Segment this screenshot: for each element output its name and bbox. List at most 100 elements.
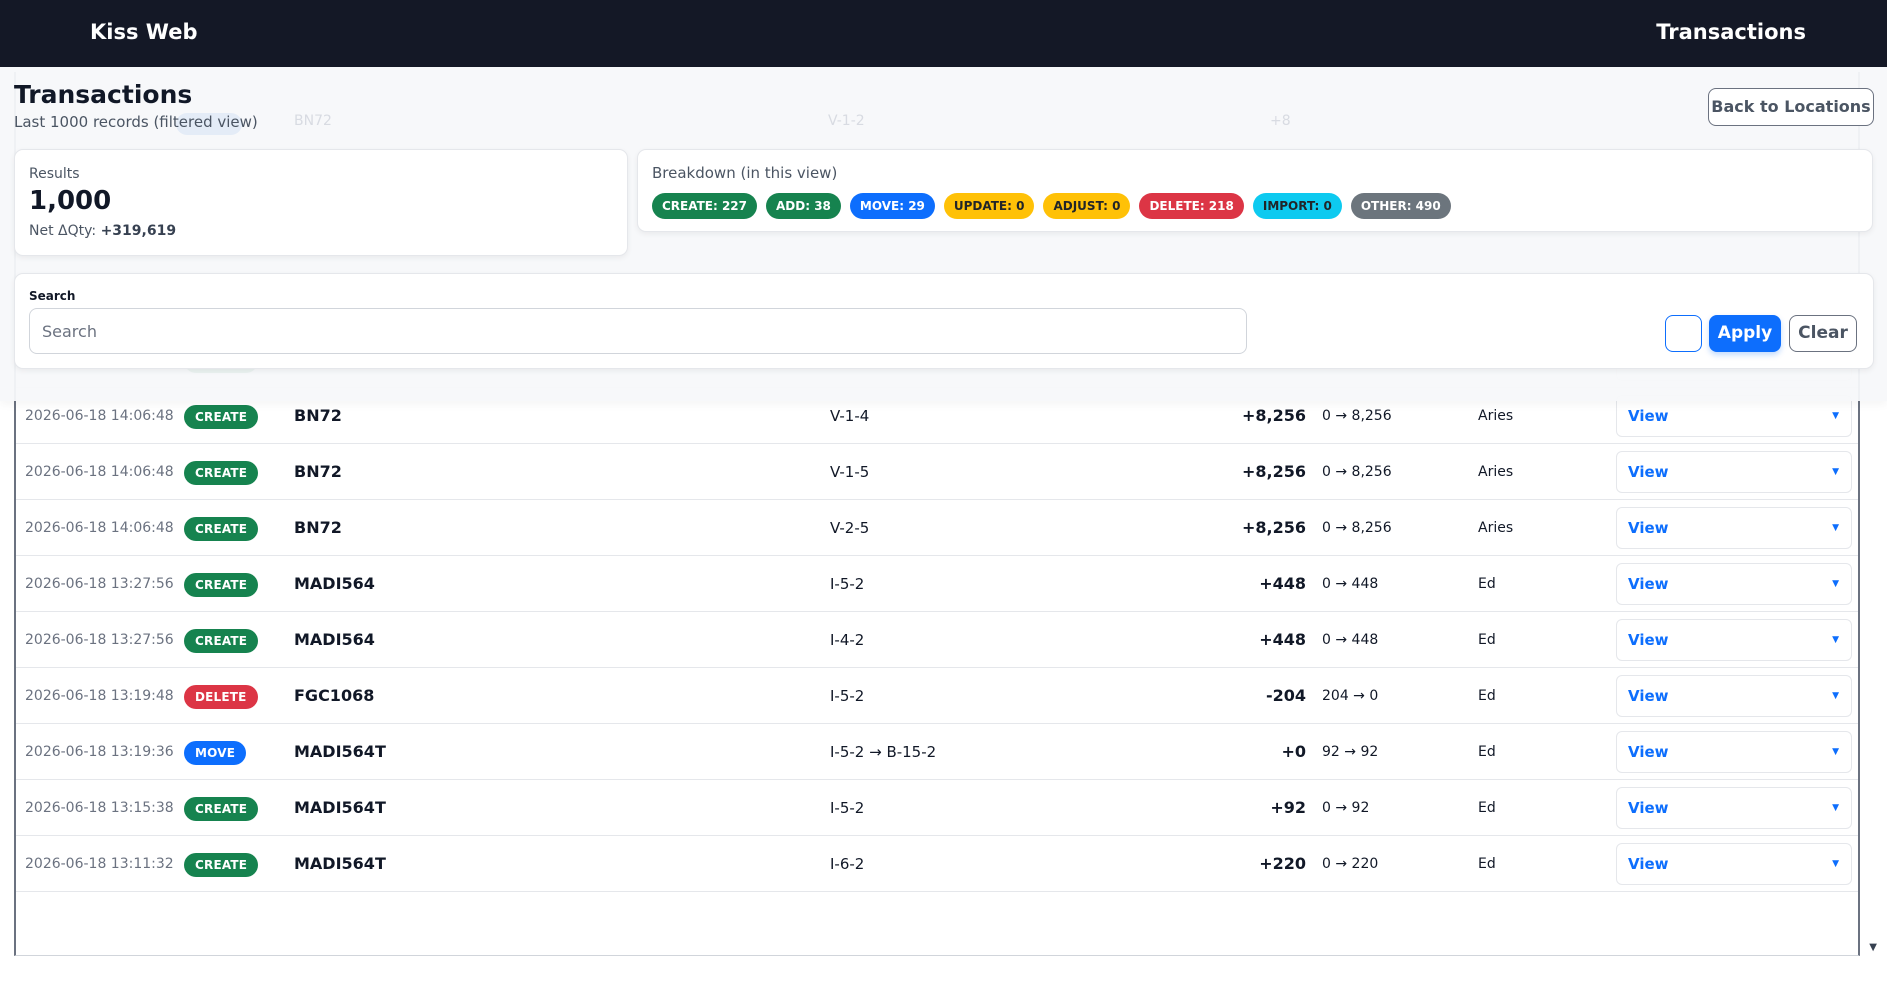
search-label: Search	[29, 289, 76, 303]
nav-transactions-link[interactable]: Transactions	[1656, 20, 1806, 44]
view-label: View	[1628, 855, 1669, 873]
chip-other: OTHER: 490	[1350, 193, 1451, 219]
view-label: View	[1628, 519, 1669, 537]
table-row: 2026-06-18 13:19:48 DELETE FGC1068 I-5-2 -20…	[16, 668, 1858, 724]
type-badge-label: CREATE	[184, 405, 259, 429]
row-view-dropdown[interactable]: View ▼	[1616, 619, 1852, 661]
net-qty-value: +319,619	[100, 223, 177, 239]
row-delta-qty: -204	[1265, 686, 1306, 705]
row-sku: MADI564T	[294, 798, 386, 817]
row-location: V-2-5	[830, 519, 870, 537]
scroll-down-arrow-icon[interactable]: ▼	[1869, 942, 1877, 953]
row-type-badge: CREATE	[184, 404, 259, 429]
row-user: Aries	[1478, 520, 1514, 536]
results-label: Results	[29, 166, 80, 182]
row-delta-qty: +8,256	[1241, 462, 1306, 481]
row-location: I-5-2	[830, 799, 865, 817]
row-view-dropdown[interactable]: View ▼	[1616, 843, 1852, 885]
chip-import: IMPORT: 0	[1252, 193, 1342, 219]
row-timestamp: 2026-06-18 14:06:48	[25, 520, 174, 536]
row-qty-change: 0 → 448	[1322, 632, 1379, 648]
chevron-down-icon: ▼	[1832, 411, 1839, 421]
net-qty: Net ΔQty: +319,619	[29, 223, 176, 239]
results-count: 1,000	[29, 186, 112, 216]
chevron-down-icon: ▼	[1832, 803, 1839, 813]
back-to-locations-button[interactable]: Back to Locations	[1708, 88, 1874, 126]
chip-adjust: ADJUST: 0	[1043, 193, 1131, 219]
row-location: I-6-2	[830, 855, 865, 873]
row-sku: MADI564T	[294, 854, 386, 873]
type-badge-label: CREATE	[184, 461, 259, 485]
chevron-down-icon: ▼	[1832, 467, 1839, 477]
row-location: I-5-2 → B-15-2	[830, 743, 937, 761]
row-qty-change: 92 → 92	[1322, 744, 1379, 760]
table-row: 2026-06-18 13:27:56 CREATE MADI564 I-4-2 +44…	[16, 612, 1858, 668]
row-type-badge: CREATE	[184, 628, 259, 653]
clear-button[interactable]: Clear	[1789, 315, 1857, 352]
row-qty-change: 204 → 0	[1322, 688, 1379, 704]
chip-move: MOVE: 29	[849, 193, 935, 219]
row-sku: BN72	[294, 462, 342, 481]
row-location: I-4-2	[830, 631, 865, 649]
table-row: 2026-06-18 13:19:36 MOVE MADI564T I-5-2 → B…	[16, 724, 1858, 780]
chip-create: CREATE: 227	[652, 193, 758, 219]
chip-update: UPDATE: 0	[943, 193, 1035, 219]
row-timestamp: 2026-06-18 14:06:48	[25, 464, 174, 480]
row-user: Ed	[1478, 800, 1496, 816]
type-badge-label: CREATE	[184, 573, 259, 597]
row-location: I-5-2	[830, 575, 865, 593]
row-qty-change: 0 → 8,256	[1322, 464, 1392, 480]
table-row: 2026-06-18 14:06:48 CREATE BN72 V-1-5 +8,256…	[16, 444, 1858, 500]
row-location: V-1-5	[830, 463, 870, 481]
chip-add: ADD: 38	[766, 193, 841, 219]
filter-toggle-button[interactable]	[1665, 315, 1702, 352]
results-card: Results 1,000 Net ΔQty: +319,619	[14, 149, 628, 256]
row-timestamp: 2026-06-18 13:27:56	[25, 632, 174, 648]
row-timestamp: 2026-06-18 13:15:38	[25, 800, 174, 816]
row-view-dropdown[interactable]: View ▼	[1616, 507, 1852, 549]
net-qty-label: Net ΔQty:	[29, 223, 97, 239]
row-delta-qty: +92	[1270, 798, 1306, 817]
row-timestamp: 2026-06-18 13:19:36	[25, 744, 174, 760]
ghost-row-text: +8	[1270, 113, 1291, 129]
row-view-dropdown[interactable]: View ▼	[1616, 731, 1852, 773]
type-badge-label: MOVE	[184, 741, 247, 765]
row-view-dropdown[interactable]: View ▼	[1616, 787, 1852, 829]
row-sku: MADI564	[294, 574, 375, 593]
search-input[interactable]	[29, 308, 1247, 354]
row-view-dropdown[interactable]: View ▼	[1616, 451, 1852, 493]
type-badge-label: DELETE	[184, 685, 258, 709]
row-type-badge: CREATE	[184, 460, 259, 485]
row-sku: BN72	[294, 518, 342, 537]
view-label: View	[1628, 799, 1669, 817]
brand-link[interactable]: Kiss Web	[90, 20, 197, 44]
row-type-badge: CREATE	[184, 516, 259, 541]
row-qty-change: 0 → 8,256	[1322, 520, 1392, 536]
view-label: View	[1628, 463, 1669, 481]
table-row: 2026-06-18 13:11:32 CREATE MADI564T I-6-2 +2…	[16, 836, 1858, 892]
row-type-badge: CREATE	[184, 572, 259, 597]
apply-button[interactable]: Apply	[1709, 315, 1781, 352]
row-delta-qty: +448	[1259, 630, 1306, 649]
type-badge-label: CREATE	[184, 629, 259, 653]
row-sku: MADI564	[294, 630, 375, 649]
row-view-dropdown[interactable]: View ▼	[1616, 395, 1852, 437]
type-badge-label: CREATE	[184, 517, 259, 541]
search-card: Search Apply Clear	[14, 273, 1874, 369]
row-user: Ed	[1478, 688, 1496, 704]
page-subtitle: Last 1000 records (filtered view)	[14, 113, 258, 131]
row-timestamp: 2026-06-18 13:19:48	[25, 688, 174, 704]
row-type-badge: CREATE	[184, 852, 259, 877]
view-label: View	[1628, 743, 1669, 761]
row-sku: MADI564T	[294, 742, 386, 761]
view-label: View	[1628, 407, 1669, 425]
row-delta-qty: +220	[1259, 854, 1306, 873]
row-view-dropdown[interactable]: View ▼	[1616, 675, 1852, 717]
row-delta-qty: +0	[1281, 742, 1306, 761]
row-timestamp: 2026-06-18 13:11:32	[25, 856, 174, 872]
breakdown-label: Breakdown (in this view)	[652, 164, 838, 182]
row-qty-change: 0 → 220	[1322, 856, 1379, 872]
chevron-down-icon: ▼	[1832, 859, 1839, 869]
row-view-dropdown[interactable]: View ▼	[1616, 563, 1852, 605]
row-sku: FGC1068	[294, 686, 375, 705]
